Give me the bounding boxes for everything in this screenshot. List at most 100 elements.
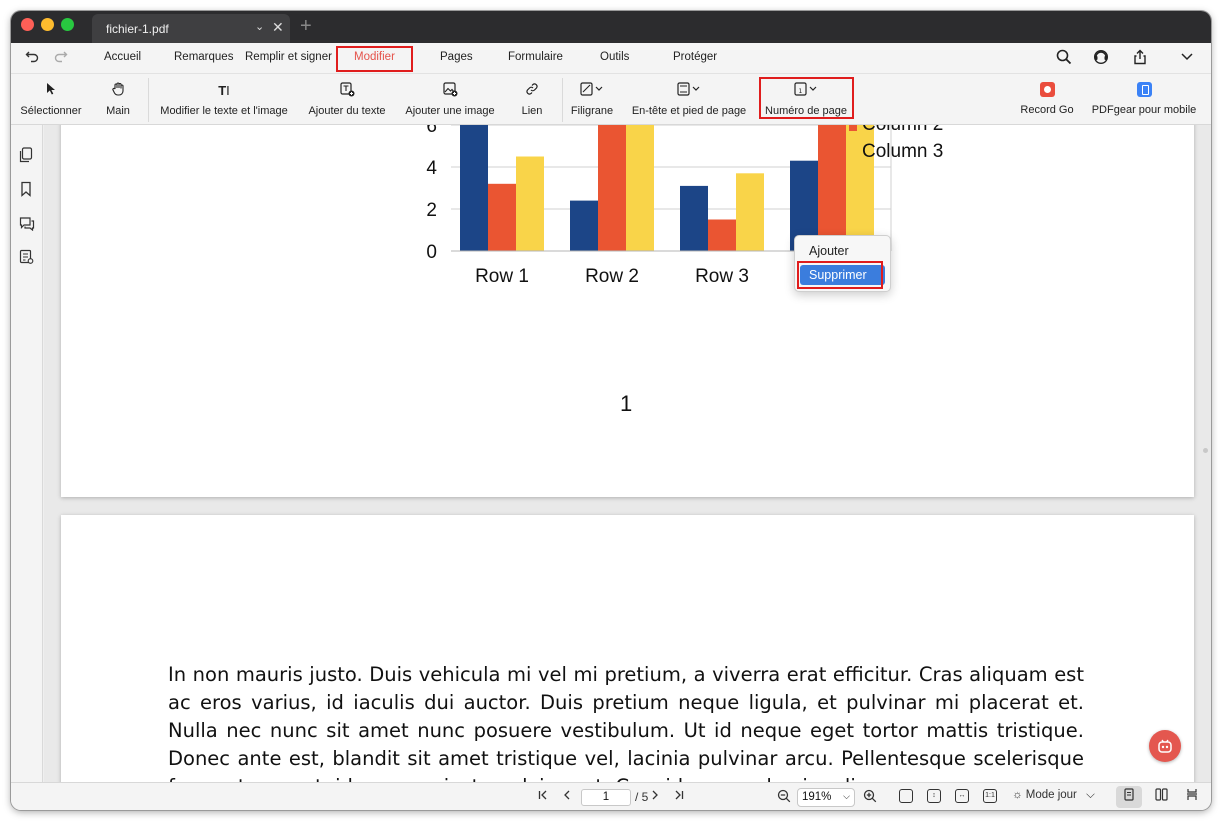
watermark-label: Filigrane <box>570 105 614 117</box>
form-fields-icon[interactable] <box>19 249 34 268</box>
watermark-button[interactable]: Filigrane <box>567 82 617 117</box>
page-number-dropdown: Ajouter Supprimer <box>794 235 891 292</box>
bar-column-3-row-3 <box>736 173 764 251</box>
app-window: fichier-1.pdf ⌄ ✕ + Accueil Remarques Re… <box>11 11 1211 810</box>
pdfgear-mobile-button[interactable]: PDFgear pour mobile <box>1086 82 1202 116</box>
thumbnails-icon[interactable] <box>19 147 33 166</box>
hand-icon <box>99 82 137 100</box>
legend-swatch-column-2 <box>849 125 857 131</box>
menu-formulaire[interactable]: Formulaire <box>508 51 563 63</box>
plus-icon[interactable]: + <box>300 15 312 38</box>
right-resize-handle[interactable] <box>1203 448 1208 453</box>
fit-height-icon[interactable]: ↕ <box>927 789 941 803</box>
ai-assistant-button[interactable] <box>1149 730 1181 762</box>
chevron-down-icon[interactable] <box>1180 49 1194 67</box>
left-sidebar <box>11 125 43 782</box>
link-icon <box>517 82 547 100</box>
document-tab-title: fichier-1.pdf <box>106 22 169 36</box>
add-text-icon <box>304 82 390 100</box>
title-bar: fichier-1.pdf ⌄ ✕ + <box>11 11 1211 43</box>
actual-size-icon[interactable]: 1:1 <box>983 789 997 803</box>
link-button[interactable]: Lien <box>517 82 547 117</box>
document-viewer[interactable]: 0246Row 1Row 2Row 3Row 4 Column 2 Column… <box>44 125 1211 782</box>
record-go-button[interactable]: Record Go <box>1015 82 1079 116</box>
dropdown-item-ajouter[interactable]: Ajouter <box>800 241 885 261</box>
header-footer-label: En-tête et pied de page <box>631 105 747 117</box>
body-paragraph[interactable]: In non mauris justo. Duis vehicula mi ve… <box>168 661 1084 782</box>
comments-icon[interactable] <box>19 216 35 234</box>
support-icon[interactable] <box>1093 49 1109 69</box>
mobile-icon <box>1086 82 1202 100</box>
fit-width-icon[interactable]: ↔ <box>955 789 969 803</box>
next-page-icon[interactable] <box>649 789 661 804</box>
y-tick-label: 0 <box>426 242 437 263</box>
status-bar: 1 / 5 191% ⌵ ↕ ↔ 1:1 ☼ Mode jour ⌵ <box>11 782 1211 810</box>
bar-column-3-row-1 <box>516 156 544 251</box>
zoom-value: 191% <box>802 791 832 803</box>
bar-column-1-row-2 <box>570 200 598 251</box>
zoom-select[interactable]: 191% ⌵ <box>797 788 855 807</box>
menu-proteger[interactable]: Protéger <box>673 51 717 63</box>
add-image-label: Ajouter une image <box>405 105 495 117</box>
select-tool-label: Sélectionner <box>20 105 82 117</box>
page-number-highlight-box <box>759 77 854 119</box>
add-text-button[interactable]: Ajouter du texte <box>304 82 390 117</box>
minimize-window-button[interactable] <box>41 18 54 31</box>
legend-swatch-column-3 <box>849 145 857 158</box>
current-page-input[interactable]: 1 <box>581 789 631 806</box>
select-tool-button[interactable]: Sélectionner <box>16 82 86 117</box>
cursor-icon <box>16 82 86 100</box>
bar-column-1-row-3 <box>680 185 708 251</box>
bar-column-3-row-2 <box>626 125 654 251</box>
hand-tool-button[interactable]: Main <box>99 82 137 117</box>
legend-label-column-2: Column 2 <box>862 125 943 135</box>
menu-outils[interactable]: Outils <box>600 51 629 63</box>
menu-bar: Accueil Remarques Remplir et signer Modi… <box>11 43 1211 73</box>
menu-remarques[interactable]: Remarques <box>174 51 233 63</box>
two-page-view-icon[interactable] <box>1148 786 1174 808</box>
add-image-button[interactable]: Ajouter une image <box>400 82 500 117</box>
record-go-label: Record Go <box>1020 104 1074 116</box>
record-icon <box>1015 82 1079 100</box>
add-text-label: Ajouter du texte <box>308 105 386 117</box>
zoom-in-icon[interactable] <box>863 789 877 806</box>
close-window-button[interactable] <box>21 18 34 31</box>
document-tab[interactable]: fichier-1.pdf ⌄ ✕ <box>92 14 290 43</box>
share-icon[interactable] <box>1132 49 1148 69</box>
add-image-icon <box>400 82 500 100</box>
supprimer-highlight-box <box>797 261 883 289</box>
robot-icon <box>1158 739 1172 753</box>
x-tick-label: Row 2 <box>585 266 639 287</box>
pdfgear-mobile-label: PDFgear pour mobile <box>1091 104 1197 116</box>
menu-pages[interactable]: Pages <box>440 51 473 63</box>
first-page-icon[interactable] <box>537 789 549 804</box>
chevron-down-icon[interactable]: ⌄ <box>255 20 264 33</box>
single-page-view-icon[interactable] <box>1116 786 1142 808</box>
edit-text-image-button[interactable]: TI Modifier le texte et l'image <box>153 82 295 117</box>
bar-column-2-row-1 <box>488 183 516 251</box>
fit-page-icon[interactable] <box>899 789 913 803</box>
last-page-icon[interactable] <box>673 789 685 804</box>
header-footer-button[interactable]: En-tête et pied de page <box>625 82 753 117</box>
redo-icon[interactable] <box>54 49 68 67</box>
close-icon[interactable]: ✕ <box>272 19 284 36</box>
bookmark-icon[interactable] <box>19 181 33 200</box>
bar-column-2-row-3 <box>708 219 736 251</box>
header-footer-icon <box>625 82 753 100</box>
scroll-view-icon[interactable] <box>1179 786 1205 808</box>
bar-column-2-row-4 <box>818 125 846 251</box>
page-total: / 5 <box>635 790 649 804</box>
zoom-out-icon[interactable] <box>777 789 791 806</box>
legend-item-column-3: Column 3 <box>849 141 943 163</box>
legend-label-column-3: Column 3 <box>862 141 944 162</box>
prev-page-icon[interactable] <box>561 789 573 804</box>
mode-jour-button[interactable]: ☼ Mode jour ⌵ <box>1012 789 1095 802</box>
menu-accueil[interactable]: Accueil <box>104 51 141 63</box>
menu-remplir-et-signer[interactable]: Remplir et signer <box>245 51 332 63</box>
mode-jour-label: Mode jour <box>1025 789 1077 801</box>
search-icon[interactable] <box>1056 49 1072 69</box>
zoom-window-button[interactable] <box>61 18 74 31</box>
undo-icon[interactable] <box>25 49 39 67</box>
bar-column-2-row-2 <box>598 125 626 251</box>
toolbar-separator <box>148 78 149 122</box>
